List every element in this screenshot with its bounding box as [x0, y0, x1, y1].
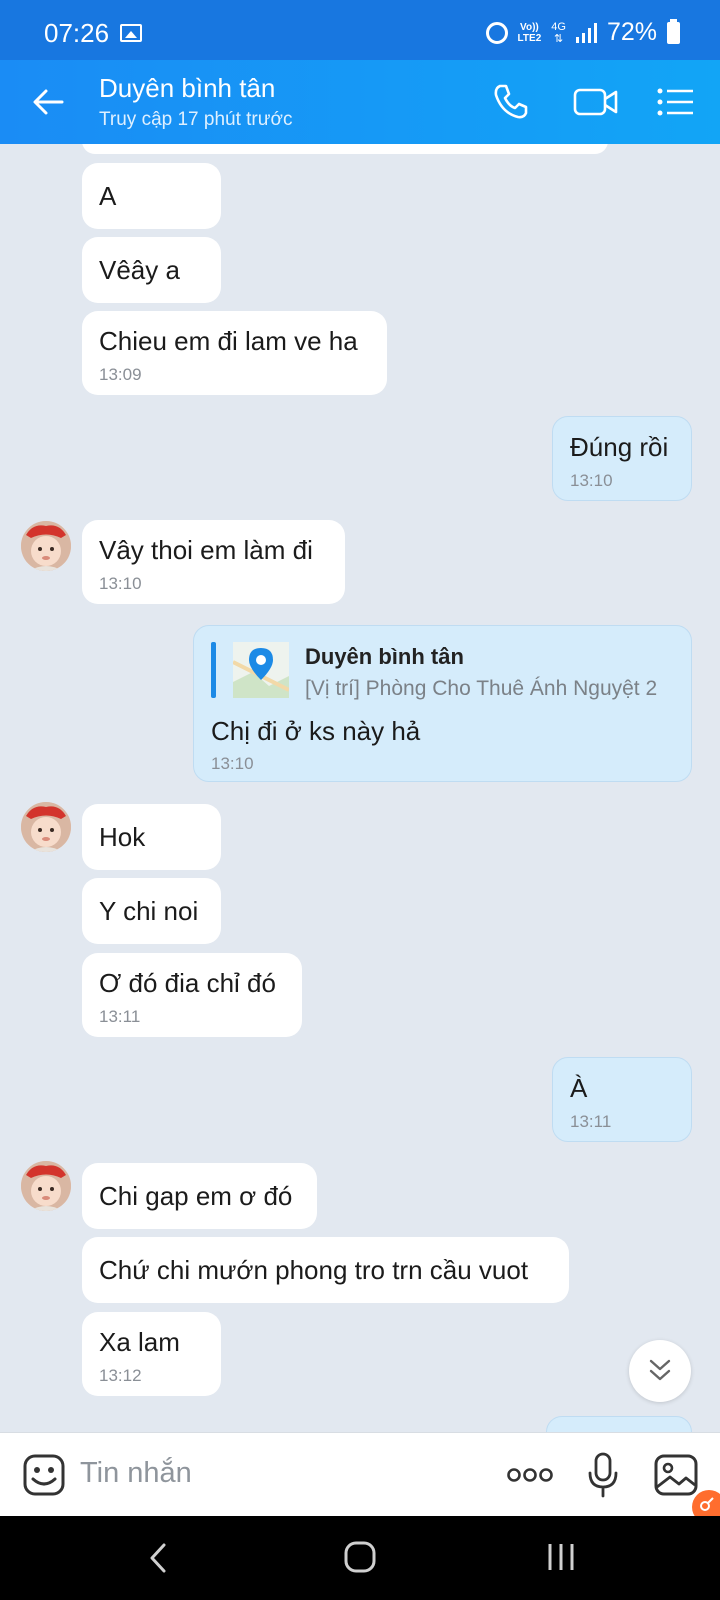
chat-header: Duyên bình tân Truy cập 17 phút trước: [0, 60, 720, 144]
status-indicators: Vo)) LTE2 4G ⇅ 72%: [485, 18, 680, 47]
message-bubble-me[interactable]: Đúng rồi 13:10: [552, 416, 692, 501]
message-list[interactable]: A Vêây a Chieu em đi lam ve ha 13:09 Đún…: [0, 144, 720, 1432]
system-nav-bar: [0, 1516, 720, 1600]
link-icon: [700, 1497, 714, 1511]
contact-name[interactable]: Duyên bình tân: [99, 73, 275, 104]
signal-icon: [575, 22, 597, 43]
contact-avatar[interactable]: [21, 1161, 71, 1211]
gallery-image-icon[interactable]: [653, 1453, 699, 1497]
message-input-bar: Tin nhắn: [0, 1432, 720, 1524]
battery-icon: [667, 18, 680, 44]
message-bubble-contact[interactable]: Vêây a: [82, 237, 221, 303]
message-bubble-partial: [546, 1416, 692, 1432]
microphone-icon[interactable]: [587, 1451, 619, 1499]
nav-back-icon[interactable]: [148, 1542, 168, 1574]
message-bubble-contact[interactable]: Hok: [82, 804, 221, 870]
message-time: 13:12: [99, 1366, 142, 1385]
nav-recents-icon[interactable]: [546, 1541, 576, 1573]
volte-indicator: Vo)) LTE2: [517, 21, 542, 44]
message-bubble-contact[interactable]: A: [82, 163, 221, 229]
data-type-indicator: 4G ⇅: [551, 20, 566, 45]
message-time: 13:10: [570, 471, 613, 490]
message-time: 13:11: [570, 1112, 612, 1131]
contact-avatar[interactable]: [21, 802, 71, 852]
message-time: 13:11: [99, 1007, 141, 1026]
message-bubble-contact[interactable]: Vây thoi em làm đi 13:10: [82, 520, 345, 604]
quote-text: [Vị trí] Phòng Cho Thuê Ánh Nguyệt 2: [305, 677, 658, 700]
message-bubble-contact[interactable]: Chi gap em ơ đó: [82, 1163, 317, 1229]
video-call-icon[interactable]: [572, 80, 620, 124]
sticker-emoji-icon[interactable]: [22, 1453, 66, 1497]
message-time: 13:09: [99, 365, 142, 384]
status-bar: 07:26 Vo)) LTE2 4G ⇅ 72%: [0, 0, 720, 60]
menu-list-icon[interactable]: [656, 80, 696, 124]
message-input[interactable]: Tin nhắn: [80, 1457, 192, 1490]
map-location-icon: [233, 642, 289, 698]
phone-icon[interactable]: [488, 80, 532, 124]
more-options-icon[interactable]: [506, 1463, 554, 1487]
status-time: 07:26: [44, 18, 110, 48]
message-bubble-contact[interactable]: Ơ đó đia chỉ đó 13:11: [82, 953, 302, 1037]
quote-bar: [211, 642, 216, 698]
gallery-notification-icon: [120, 24, 142, 42]
message-bubble-contact[interactable]: Xa lam 13:12: [82, 1312, 221, 1396]
message-bubble-contact[interactable]: Chieu em đi lam ve ha 13:09: [82, 311, 387, 395]
message-bubble-contact[interactable]: Chứ chi mướn phong tro trn cầu vuot: [82, 1237, 569, 1303]
battery-percent: 72%: [606, 18, 657, 46]
alarm-icon: [485, 21, 508, 44]
message-bubble-me-reply[interactable]: Duyên bình tân [Vị trí] Phòng Cho Thuê Á…: [193, 625, 692, 782]
back-arrow-icon[interactable]: [28, 82, 68, 122]
quote-title: Duyên bình tân: [305, 644, 464, 669]
contact-avatar[interactable]: [21, 521, 71, 571]
last-seen: Truy cập 17 phút trước: [99, 109, 293, 130]
message-time: 13:10: [99, 574, 142, 593]
scroll-to-bottom-button[interactable]: [629, 1340, 691, 1402]
message-bubble-contact[interactable]: Y chi noi: [82, 878, 221, 944]
double-chevron-down-icon: [649, 1359, 671, 1381]
nav-home-icon[interactable]: [343, 1540, 377, 1574]
message-bubble-me[interactable]: À 13:11: [552, 1057, 692, 1142]
message-bubble-partial: [82, 144, 608, 154]
message-time: 13:10: [211, 754, 254, 773]
